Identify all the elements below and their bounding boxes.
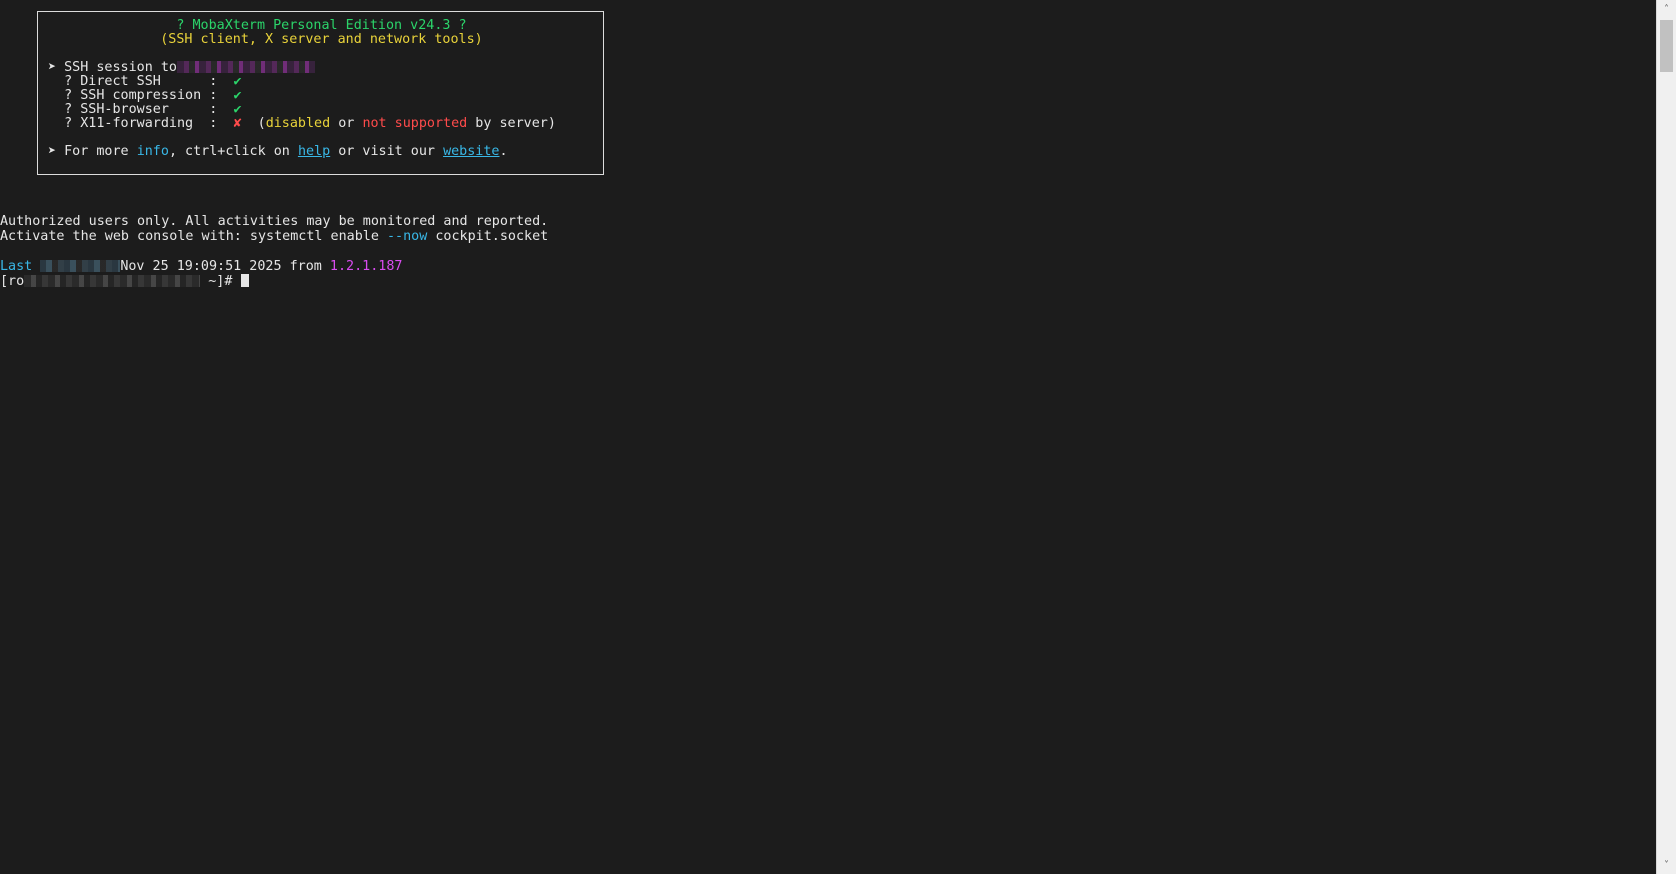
shell-prompt[interactable]: [ro ~]# <box>0 274 249 289</box>
x11-tail: by server) <box>467 116 556 131</box>
redacted-prompt-host <box>24 275 201 287</box>
ssh-browser-row: ? SSH-browser : ✔ <box>48 102 242 117</box>
vertical-scrollbar[interactable]: ˄ ˅ <box>1656 0 1676 874</box>
x11-not-supported: not supported <box>362 116 468 131</box>
chevron-up-icon[interactable]: ˄ <box>1657 0 1676 18</box>
terminal-area[interactable]: ? MobaXterm Personal Edition v24.3 ? (SS… <box>0 0 1656 874</box>
redacted-login <box>40 260 121 272</box>
cross-icon: ✘ <box>233 116 242 131</box>
scrollbar-thumb[interactable] <box>1660 20 1673 72</box>
info-mid2: or visit our <box>330 144 444 159</box>
text-cursor <box>240 274 249 287</box>
chevron-down-icon[interactable]: ˅ <box>1657 856 1676 874</box>
prompt-suffix: ~]# <box>200 274 241 289</box>
help-link[interactable]: help <box>298 144 330 159</box>
redacted-host <box>177 61 315 73</box>
motd-web-console: Activate the web console with: systemctl… <box>0 229 548 244</box>
ssh-session-label: ➤ SSH session to <box>48 60 177 75</box>
ssh-compression-label: ? SSH compression : <box>48 88 234 103</box>
last-login-ip: 1.2.1.187 <box>329 259 403 274</box>
prompt-prefix: [ro <box>0 274 25 289</box>
check-icon: ✔ <box>233 74 242 89</box>
info-line: ➤ For more info, ctrl+click on help or v… <box>48 144 508 159</box>
motd-authorized: Authorized users only. All activities ma… <box>0 214 549 229</box>
last-login-label: Last <box>0 259 41 274</box>
direct-ssh-row: ? Direct SSH : ✔ <box>48 74 242 89</box>
check-icon: ✔ <box>233 102 242 117</box>
info-end: . <box>499 144 508 159</box>
x11-label: ? X11-forwarding : <box>48 116 234 131</box>
motd-web-console-prefix: Activate the web console with: systemctl… <box>0 229 387 244</box>
motd-web-console-suffix: cockpit.socket <box>427 229 549 244</box>
motd-now-flag: --now <box>386 229 428 244</box>
x11-forwarding-row: ? X11-forwarding : ✘ (disabled or not su… <box>48 116 556 131</box>
info-word: info <box>136 144 169 159</box>
last-login-date: Nov 25 19:09:51 2025 from <box>120 259 330 274</box>
info-prefix: ➤ For more <box>48 144 137 159</box>
banner-subtitle: (SSH client, X server and network tools) <box>160 32 483 47</box>
ssh-browser-label: ? SSH-browser : <box>48 102 234 117</box>
x11-disabled: disabled <box>265 116 331 131</box>
x11-paren: ( <box>241 116 266 131</box>
x11-or: or <box>330 116 363 131</box>
ssh-compression-row: ? SSH compression : ✔ <box>48 88 242 103</box>
banner-title: ? MobaXterm Personal Edition v24.3 ? <box>176 18 467 33</box>
info-mid: , ctrl+click on <box>168 144 298 159</box>
welcome-banner: ? MobaXterm Personal Edition v24.3 ? (SS… <box>37 11 604 175</box>
check-icon: ✔ <box>233 88 242 103</box>
website-link[interactable]: website <box>443 144 499 159</box>
direct-ssh-label: ? Direct SSH : <box>48 74 234 89</box>
last-login-line: Last Nov 25 19:09:51 2025 from 1.2.1.187 <box>0 259 402 274</box>
ssh-session-line: ➤ SSH session to <box>48 60 315 75</box>
